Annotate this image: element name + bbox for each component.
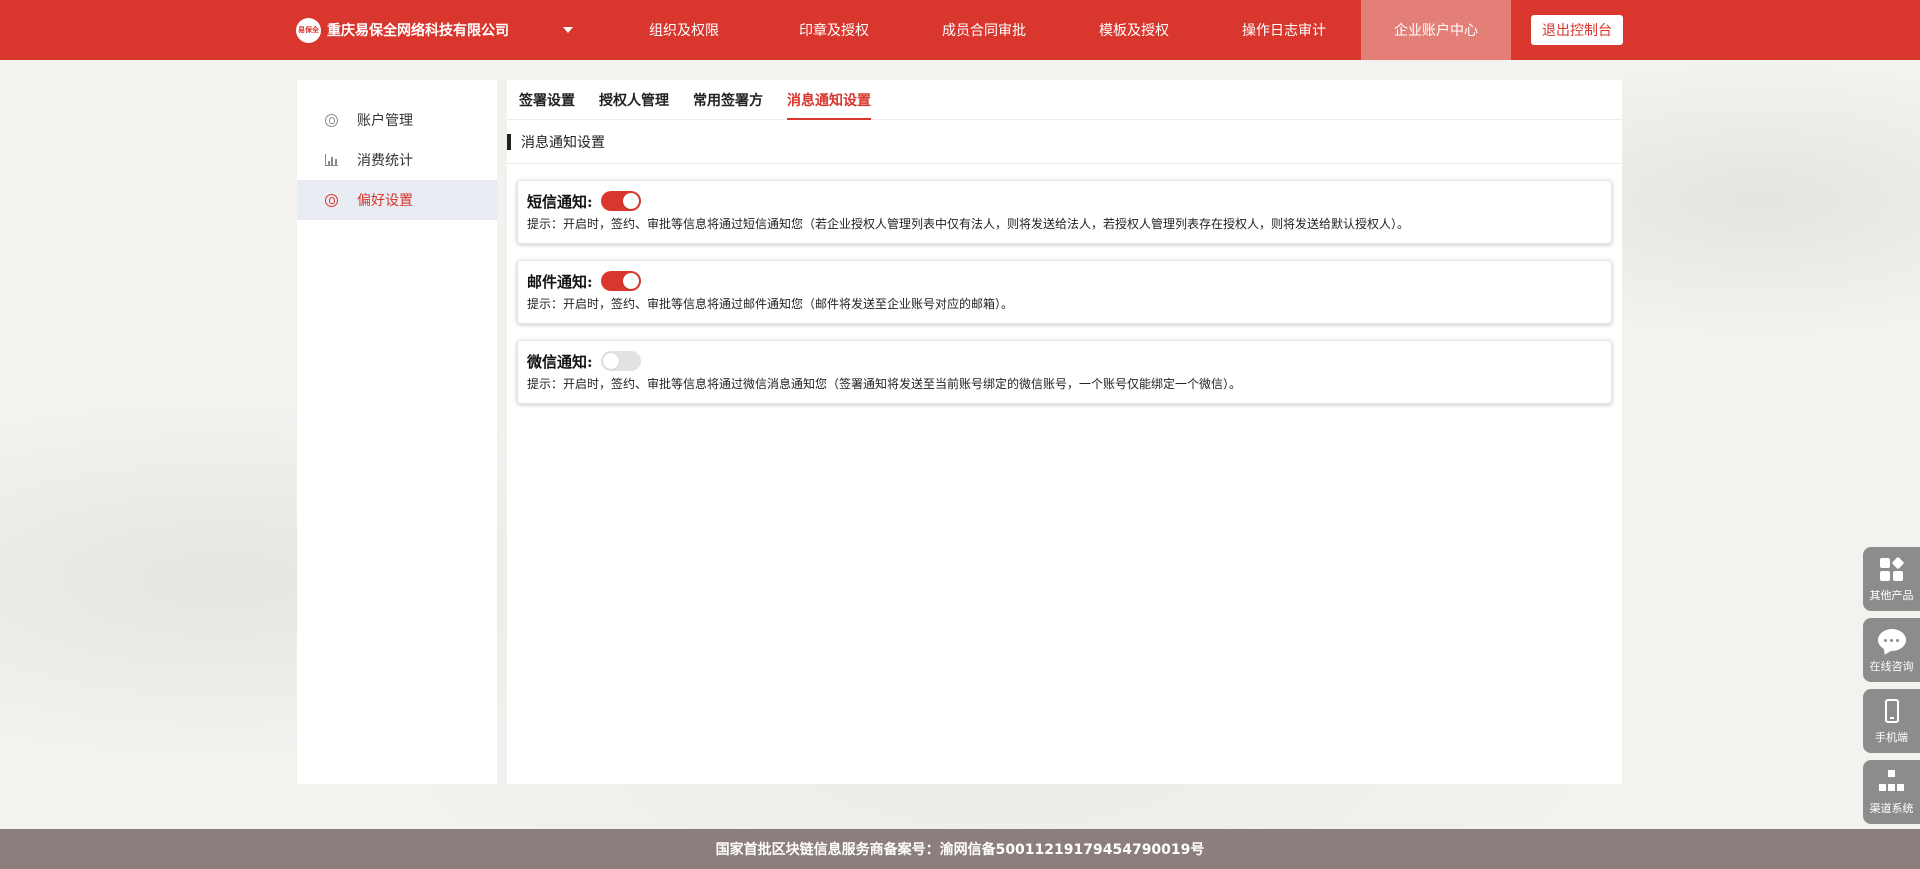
sidebar-item-label: 消费统计 xyxy=(357,153,413,169)
nav-seals[interactable]: 印章及授权 xyxy=(759,0,909,60)
channel-system-button[interactable]: 渠道系统 xyxy=(1863,760,1920,824)
sidebar-item-consumption-stats[interactable]: 消费统计 xyxy=(297,140,497,180)
notification-hint: 提示：开启时，签约、审批等信息将通过邮件通知您（邮件将发送至企业账号对应的邮箱）… xyxy=(527,297,1014,311)
tab-authorized-persons[interactable]: 授权人管理 xyxy=(599,80,669,120)
float-tool-label: 其他产品 xyxy=(1869,589,1914,602)
nav-templates[interactable]: 模板及授权 xyxy=(1059,0,1209,60)
footer-registration: 国家首批区块链信息服务商备案号：渝网信备50011219179454790019… xyxy=(0,829,1920,869)
chat-bubble-icon xyxy=(1877,626,1906,654)
online-consult-button[interactable]: 在线咨询 xyxy=(1863,618,1920,682)
float-tool-label: 手机端 xyxy=(1875,731,1908,744)
sms-notification-toggle[interactable] xyxy=(600,191,641,211)
sidebar-item-label: 偏好设置 xyxy=(357,193,413,209)
mobile-app-button[interactable]: 手机端 xyxy=(1863,689,1920,753)
exit-console-button[interactable]: 退出控制台 xyxy=(1531,15,1623,45)
nav-contract-approval[interactable]: 成员合同审批 xyxy=(909,0,1059,60)
org-tree-icon xyxy=(1878,768,1905,796)
company-name: 重庆易保全网络科技有限公司 xyxy=(327,23,509,39)
nav-organization[interactable]: 组织及权限 xyxy=(609,0,759,60)
sidebar-item-account-management[interactable]: 账户管理 xyxy=(297,100,497,140)
mobile-phone-icon xyxy=(1884,697,1899,725)
tab-notification-settings[interactable]: 消息通知设置 xyxy=(787,80,871,120)
notification-title: 微信通知: xyxy=(527,352,593,371)
float-tool-label: 在线咨询 xyxy=(1869,660,1914,673)
sidebar-item-label: 账户管理 xyxy=(357,113,413,129)
float-tool-label: 渠道系统 xyxy=(1869,802,1914,815)
main-panel: 签署设置 授权人管理 常用签署方 消息通知设置 消息通知设置 短信通知: 提示：… xyxy=(507,80,1622,784)
tab-signing-settings[interactable]: 签署设置 xyxy=(519,80,575,120)
settings-tabs: 签署设置 授权人管理 常用签署方 消息通知设置 xyxy=(507,80,1622,120)
wechat-notification-card: 微信通知: 提示：开启时，签约、审批等信息将通过微信消息通知您（签署通知将发送至… xyxy=(517,340,1612,404)
top-navigation-bar: 易保全 重庆易保全网络科技有限公司 组织及权限 印章及授权 成员合同审批 模板及… xyxy=(0,0,1920,60)
toggle-knob xyxy=(622,193,639,209)
toggle-knob xyxy=(622,273,639,289)
notification-title: 邮件通知: xyxy=(527,272,593,291)
apps-icon xyxy=(1880,555,1905,583)
nav-account-center[interactable]: 企业账户中心 xyxy=(1361,0,1511,60)
tab-common-signers[interactable]: 常用签署方 xyxy=(693,80,763,120)
caret-down-icon[interactable] xyxy=(563,27,573,33)
user-circle-icon xyxy=(323,112,339,128)
wechat-notification-toggle[interactable] xyxy=(600,351,641,371)
section-title-text: 消息通知设置 xyxy=(521,134,605,151)
nav-audit-log[interactable]: 操作日志审计 xyxy=(1209,0,1359,60)
email-notification-toggle[interactable] xyxy=(600,271,641,291)
notification-title: 短信通知: xyxy=(527,192,593,211)
email-notification-card: 邮件通知: 提示：开启时，签约、审批等信息将通过邮件通知您（邮件将发送至企业账号… xyxy=(517,260,1612,324)
bar-chart-icon xyxy=(323,152,339,168)
other-products-button[interactable]: 其他产品 xyxy=(1863,547,1920,611)
sidebar: 账户管理 消费统计 偏好设置 xyxy=(297,80,497,784)
user-circle-icon xyxy=(323,192,339,208)
sidebar-item-preferences[interactable]: 偏好设置 xyxy=(297,180,497,220)
sms-notification-card: 短信通知: 提示：开启时，签约、审批等信息将通过短信通知您（若企业授权人管理列表… xyxy=(517,180,1612,244)
section-title: 消息通知设置 xyxy=(507,120,1622,164)
toggle-knob xyxy=(602,353,619,369)
section-marker xyxy=(507,133,511,150)
notification-hint: 提示：开启时，签约、审批等信息将通过短信通知您（若企业授权人管理列表中仅有法人，… xyxy=(527,217,1410,231)
company-switcher[interactable]: 易保全 重庆易保全网络科技有限公司 xyxy=(296,17,509,43)
company-logo-icon: 易保全 xyxy=(296,17,321,43)
notification-hint: 提示：开启时，签约、审批等信息将通过微信消息通知您（签署通知将发送至当前账号绑定… xyxy=(527,377,1242,391)
